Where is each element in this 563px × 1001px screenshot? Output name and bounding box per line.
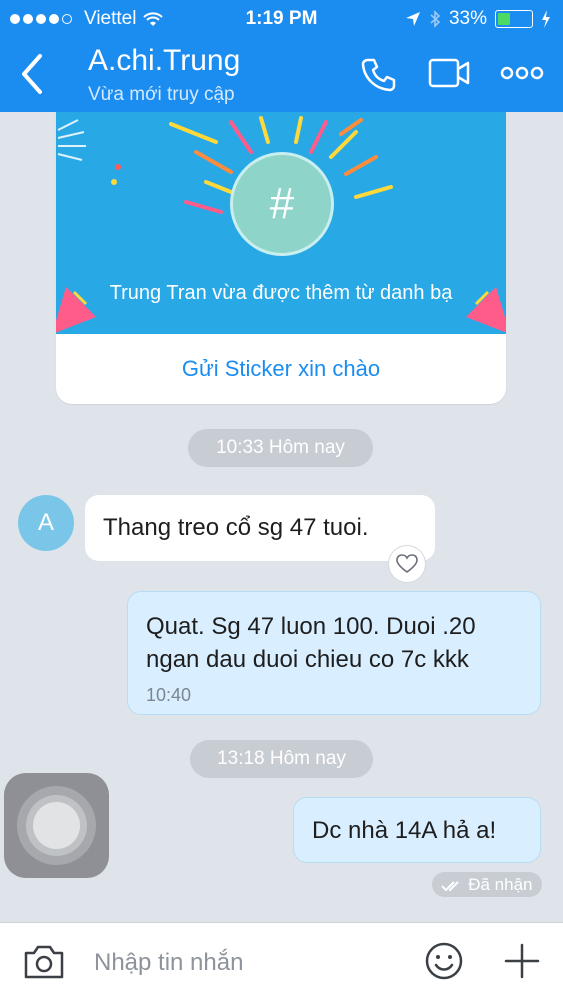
date-separator: 13:18 Hôm nay bbox=[190, 740, 373, 778]
contact-card: # Trung Tran vừa được thêm từ danh bạ Gử… bbox=[56, 112, 506, 404]
message-input[interactable]: Nhập tin nhắn bbox=[94, 949, 243, 977]
contact-placeholder-avatar: # bbox=[230, 152, 334, 256]
delivery-status-label: Đã nhận bbox=[468, 875, 533, 894]
avatar[interactable]: A bbox=[18, 495, 74, 551]
chat-subtitle: Vừa mới truy cập bbox=[88, 84, 235, 105]
assistive-touch-button[interactable] bbox=[4, 773, 109, 878]
send-sticker-button[interactable]: Gửi Sticker xin chào bbox=[56, 334, 506, 404]
message-input-bar: Nhập tin nhắn bbox=[0, 922, 563, 1001]
contact-added-text: Trung Tran vừa được thêm từ danh bạ bbox=[109, 282, 453, 304]
charging-icon bbox=[542, 10, 550, 28]
plus-icon[interactable] bbox=[502, 941, 542, 981]
outgoing-message[interactable]: Dc nhà 14A hả a! bbox=[293, 797, 541, 863]
date-separator: 10:33 Hôm nay bbox=[188, 429, 373, 467]
bluetooth-icon bbox=[430, 10, 441, 28]
double-check-icon bbox=[441, 880, 460, 891]
message-time: 10:40 bbox=[146, 685, 192, 705]
emoji-icon[interactable] bbox=[424, 941, 464, 981]
back-icon[interactable] bbox=[18, 52, 46, 96]
incoming-message[interactable]: Thang treo cổ sg 47 tuoi. bbox=[85, 495, 435, 561]
more-icon[interactable] bbox=[500, 66, 544, 80]
camera-icon[interactable] bbox=[22, 941, 66, 981]
header-bar: Viettel 1:19 PM 33% A.chi.Trung Vừa mới … bbox=[0, 0, 563, 112]
delivery-status: Đã nhận bbox=[432, 872, 542, 897]
heart-icon[interactable] bbox=[388, 545, 426, 583]
video-call-icon[interactable] bbox=[428, 58, 470, 88]
location-icon bbox=[405, 12, 420, 26]
message-text: Quat. Sg 47 luon 100. Duoi .20 ngan dau … bbox=[146, 613, 476, 673]
contact-banner: # Trung Tran vừa được thêm từ danh bạ bbox=[56, 112, 506, 334]
chat-title[interactable]: A.chi.Trung bbox=[88, 44, 240, 78]
battery-percent: 33% bbox=[448, 8, 487, 29]
phone-icon[interactable] bbox=[360, 56, 396, 92]
outgoing-message[interactable]: Quat. Sg 47 luon 100. Duoi .20 ngan dau … bbox=[127, 591, 541, 715]
battery-icon bbox=[495, 10, 533, 28]
status-bar: Viettel 1:19 PM 33% bbox=[0, 0, 563, 36]
